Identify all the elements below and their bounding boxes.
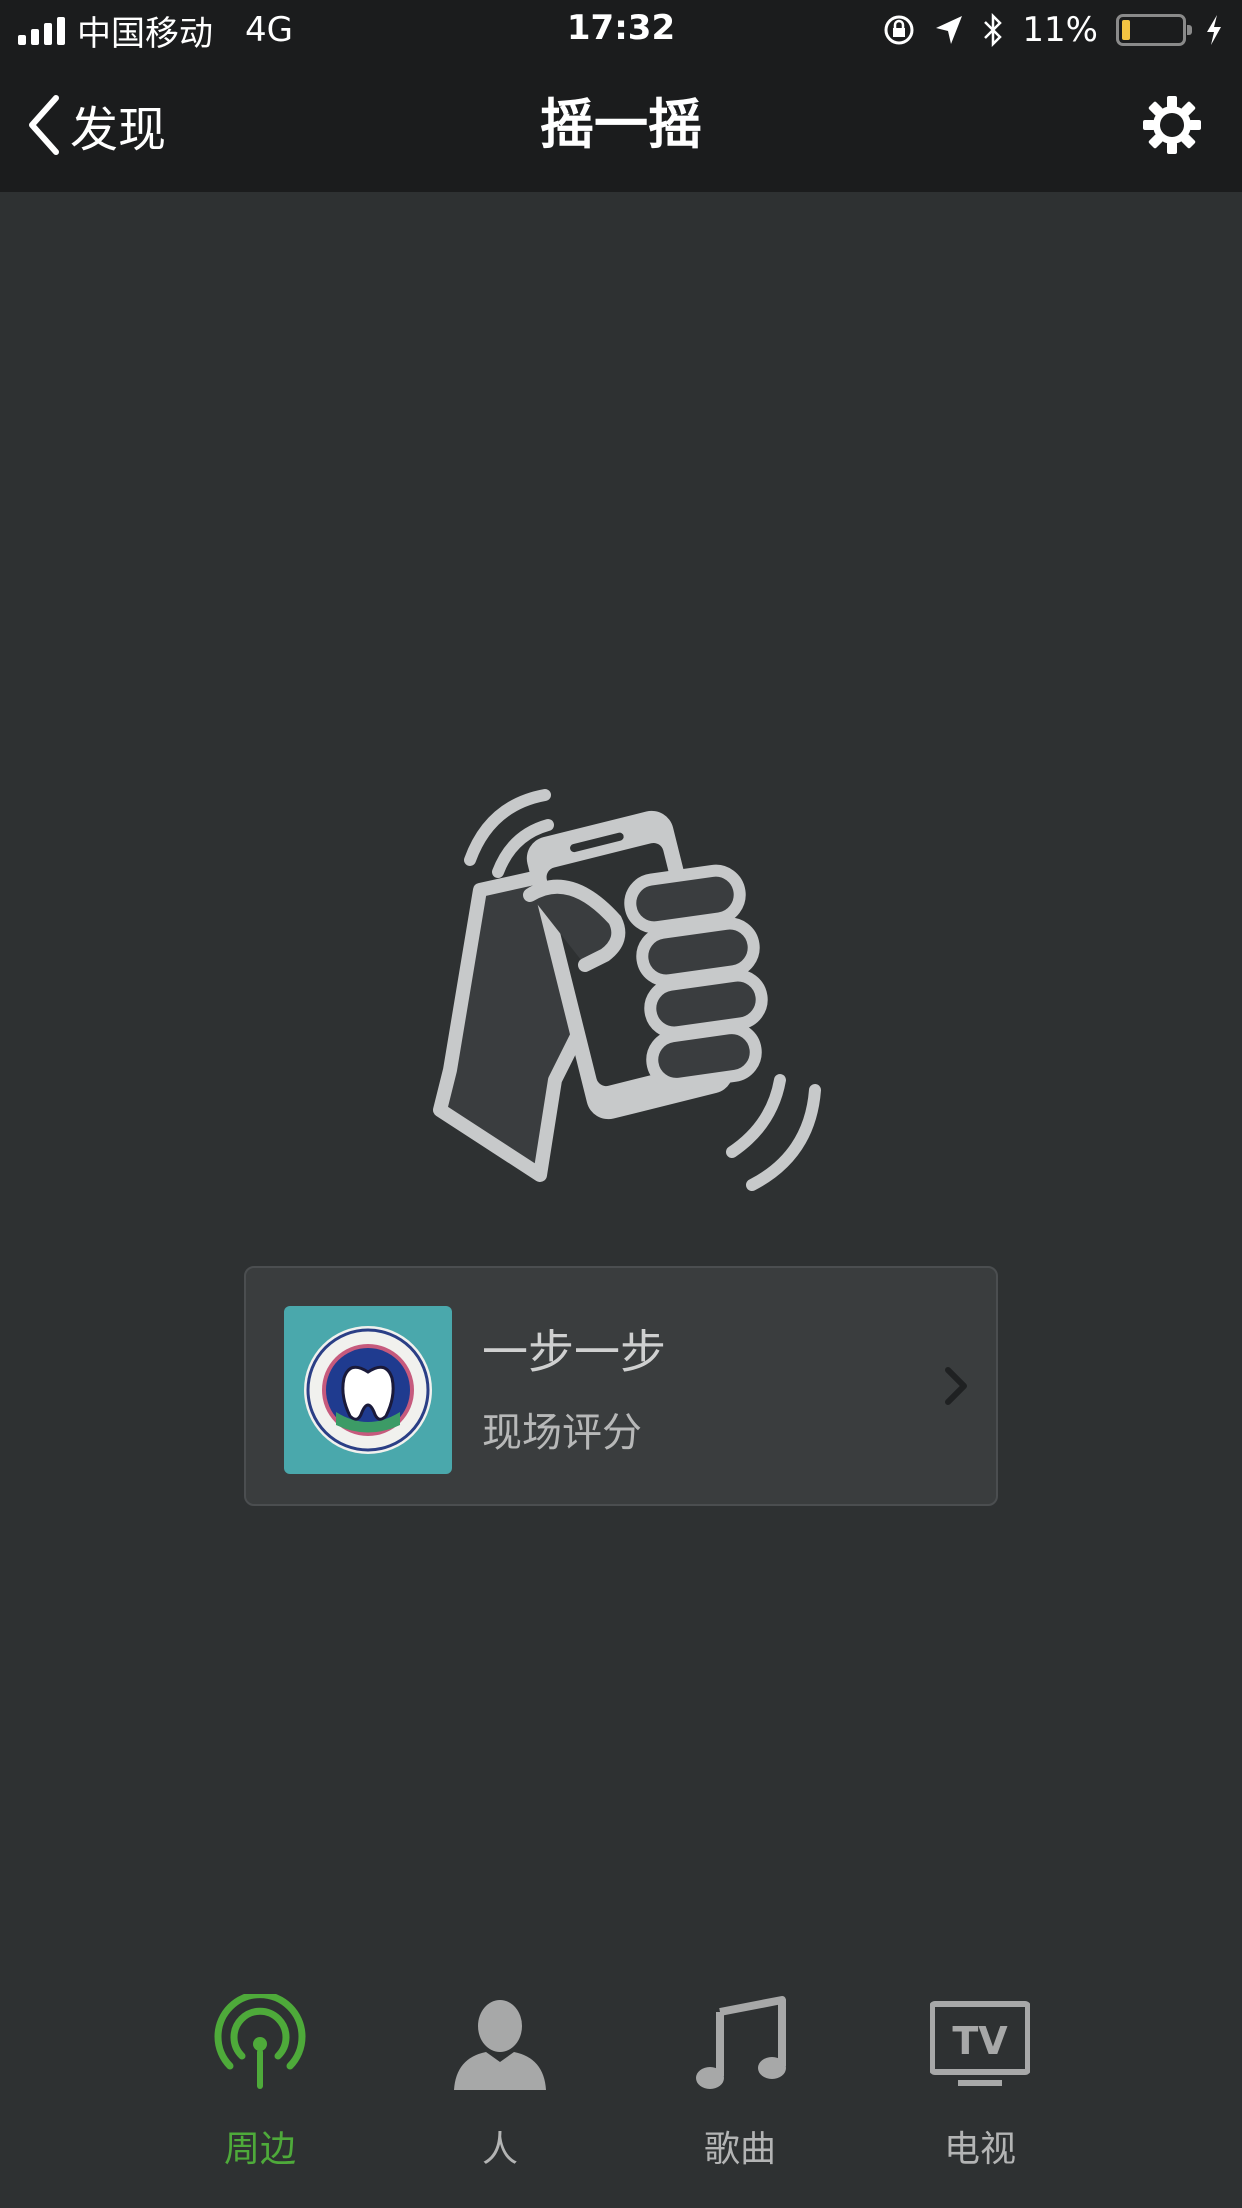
charging-icon: [1207, 15, 1221, 45]
person-icon: [454, 2000, 546, 2090]
navigation-bar: 发现 摇一摇: [0, 60, 1242, 192]
bottom-tab-bar: 周边 人 歌曲 TV 电视: [0, 1990, 1242, 2208]
status-right: 11%: [882, 8, 1224, 52]
orientation-lock-icon: [884, 15, 914, 45]
result-subtitle: 现场评分: [482, 1410, 642, 1456]
tab-label-tv: 电视: [943, 2129, 1016, 2170]
tab-tv[interactable]: TV 电视: [890, 1990, 1070, 2190]
tooth-logo-icon: [304, 1326, 432, 1454]
shake-hand-icon[interactable]: [420, 780, 850, 1200]
nearby-icon: [214, 1994, 306, 2089]
location-icon: [936, 16, 963, 44]
tab-label-person: 人: [481, 2129, 518, 2170]
tab-music[interactable]: 歌曲: [650, 1990, 830, 2190]
status-bar: 中国移动 4G 17:32 11%: [0, 0, 1242, 60]
tab-person[interactable]: 人: [410, 1990, 590, 2190]
result-thumbnail: [284, 1306, 452, 1474]
tab-nearby[interactable]: 周边: [170, 1990, 350, 2190]
music-note-icon: [696, 1996, 786, 2089]
page-title: 摇一摇: [540, 93, 702, 156]
battery-icon: [1116, 14, 1192, 46]
battery-percent: 11%: [1022, 10, 1098, 50]
svg-text:TV: TV: [952, 2019, 1008, 2063]
tv-icon: TV: [930, 2001, 1030, 2086]
shake-result-card[interactable]: 一步一步 现场评分: [244, 1266, 998, 1506]
tab-label-music: 歌曲: [703, 2129, 776, 2170]
tab-label-nearby: 周边: [223, 2129, 296, 2170]
bluetooth-icon: [984, 13, 1003, 47]
gear-icon[interactable]: [1142, 95, 1202, 155]
result-title: 一步一步: [482, 1325, 666, 1379]
chevron-right-icon: [945, 1367, 967, 1405]
